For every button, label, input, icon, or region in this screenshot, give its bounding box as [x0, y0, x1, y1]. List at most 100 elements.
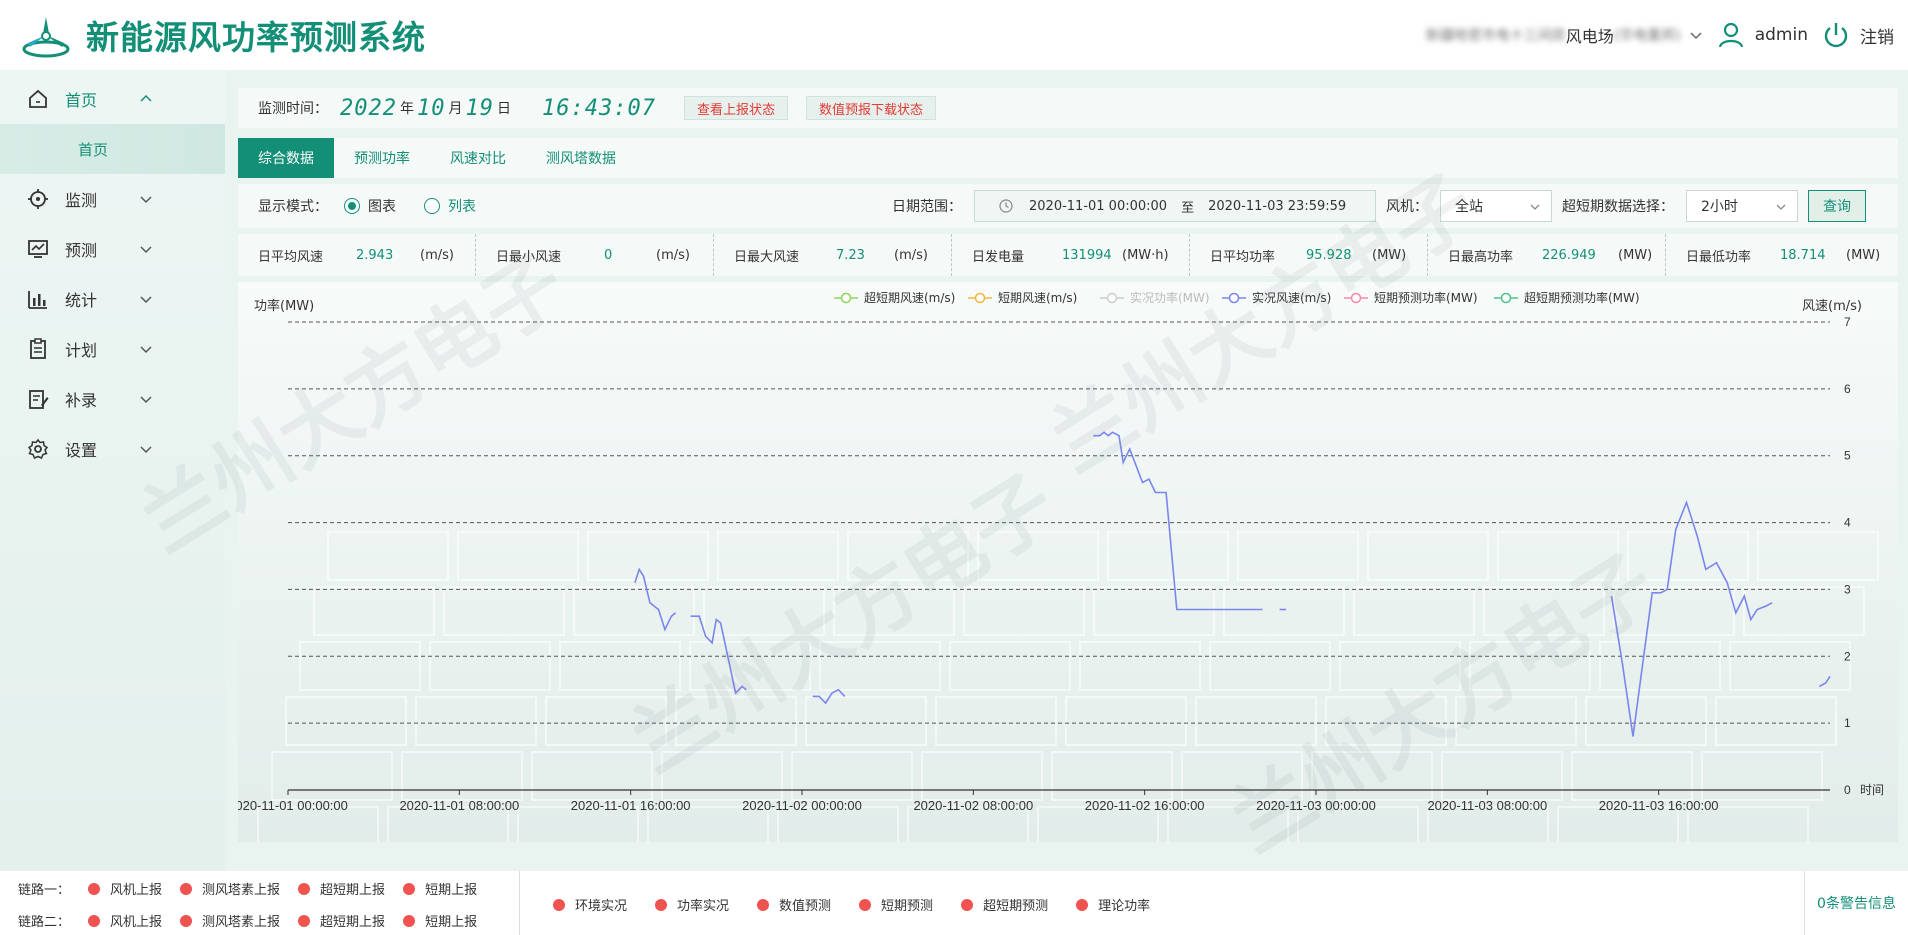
background-panel	[1353, 586, 1475, 636]
stat-value: 226.949	[1542, 247, 1596, 263]
background-panel	[531, 751, 653, 801]
day-unit: 日	[496, 101, 511, 117]
date-start: 2020-11-01 00:00:00	[1029, 198, 1168, 214]
mode-list-label: 列表	[448, 199, 476, 215]
chevron-down-icon	[140, 396, 152, 404]
chevron-down-icon	[140, 296, 152, 304]
background-panel	[675, 696, 797, 746]
date-range-picker[interactable]: 2020-11-01 00:00:00 至 2020-11-03 23:59:5…	[974, 190, 1376, 222]
background-panel	[401, 751, 523, 801]
status-label: 短期上报	[425, 915, 478, 930]
mode-list-radio[interactable]: 列表	[424, 196, 476, 216]
status-label: 风机上报	[110, 915, 163, 930]
x-tick-label: 2020-11-02 00:00:00	[742, 798, 862, 813]
gridlines	[288, 321, 1830, 724]
background-panel	[1367, 531, 1489, 581]
y-tick-label: 4	[1844, 516, 1851, 530]
status-item: 理论功率	[1076, 895, 1150, 914]
background-panel	[1715, 696, 1837, 746]
status-item: 超短期预测	[961, 895, 1048, 914]
sidebar-item-plan[interactable]: 计划	[0, 324, 225, 374]
background-panel	[285, 696, 407, 746]
status-label: 测风塔素上报	[202, 883, 281, 898]
status-dot	[403, 882, 416, 895]
download-status-button[interactable]: 数值预报下载状态	[805, 96, 936, 120]
status-label: 超短期上报	[320, 915, 386, 930]
background-panel	[1627, 531, 1749, 581]
legend-label: 超短期风速(m/s)	[864, 290, 955, 305]
main-content: 监测时间： 2022 年 10 月 19 日 16:43:07 查看上报状态 数…	[238, 88, 1898, 842]
monitor-bar: 监测时间： 2022 年 10 月 19 日 16:43:07 查看上报状态 数…	[238, 88, 1898, 128]
status-label: 测风塔素上报	[202, 915, 281, 930]
sidebar-item-forecast[interactable]: 预测	[0, 224, 225, 274]
sidebar-item-settings[interactable]: 设置	[0, 424, 225, 474]
chevron-down-icon	[140, 346, 152, 354]
user-icon	[1718, 22, 1743, 48]
tab-comprehensive[interactable]: 综合数据	[238, 138, 334, 178]
background-panel	[1093, 586, 1215, 636]
farm-selector[interactable]: 新疆哈密市电十三间房 风电场 (华电重邦)	[1426, 23, 1717, 47]
sidebar-item-home[interactable]: 首页	[0, 74, 225, 124]
status-dot	[859, 898, 872, 911]
fan-select[interactable]: 全站	[1440, 190, 1552, 222]
series-line-segment	[1818, 675, 1831, 688]
tab-tower-data[interactable]: 测风塔数据	[526, 138, 636, 178]
background-panel	[1483, 586, 1605, 636]
chevron-down-icon	[1776, 204, 1786, 210]
status-dot	[757, 898, 770, 911]
mode-chart-radio[interactable]: 图表	[344, 196, 396, 216]
tab-wind-compare[interactable]: 风速对比	[430, 138, 526, 178]
sidebar-item-supplement[interactable]: 补录	[0, 374, 225, 424]
app-title: 新能源风功率预测系统	[86, 18, 426, 57]
sidebar-subitem-home[interactable]: 首页	[0, 124, 225, 174]
background-panel	[1209, 641, 1331, 691]
background-panel	[271, 751, 393, 801]
status-dot	[553, 898, 565, 911]
date-range-label: 日期范围：	[892, 199, 962, 215]
x-tick-label: 2020-11-01 16:00:00	[571, 798, 691, 813]
stat-daily-energy: 日发电量 131994 (MW·h)	[952, 234, 1190, 276]
user-name[interactable]: admin	[1755, 25, 1808, 45]
logout-button[interactable]: 注销	[1860, 23, 1894, 48]
filter-bar: 显示模式： 图表 列表 日期范围： 2020-11-01 00:00:00 至 …	[238, 184, 1898, 228]
background-panel	[1497, 531, 1619, 581]
status-dot	[655, 898, 668, 911]
status-item: 测风塔素上报	[180, 911, 280, 930]
x-tick-label: 2020-11-01 08:00:00	[399, 798, 519, 813]
status-item: 短期预测	[859, 895, 933, 914]
y-tick-label: 7	[1844, 315, 1851, 329]
background-panel	[1181, 751, 1303, 801]
target-icon	[28, 189, 48, 209]
status-dot	[88, 914, 101, 927]
sidebar-item-monitor[interactable]: 监测	[0, 174, 225, 224]
background-panel	[1441, 751, 1563, 801]
query-button[interactable]: 查询	[1808, 190, 1866, 222]
sidebar-item-statistics[interactable]: 统计	[0, 274, 225, 324]
sidebar-item-label: 监测	[65, 191, 98, 210]
monitor-day: 19	[465, 95, 494, 121]
stat-min-power: 日最低功率 18.714 (MW)	[1666, 234, 1898, 276]
status-dot	[180, 882, 193, 895]
stats-bar: 日平均风速 2.943 (m/s) 日最小风速 0 (m/s) 日最大风速 7.…	[238, 234, 1898, 276]
farm-name: 风电场	[1565, 27, 1614, 46]
chevron-down-icon	[1690, 32, 1702, 40]
background-panel	[559, 641, 681, 691]
legend-label: 短期预测功率(MW)	[1374, 290, 1478, 305]
date-end: 2020-11-03 23:59:59	[1208, 198, 1347, 214]
tab-forecast-power[interactable]: 预测功率	[334, 138, 430, 178]
series-line-segment	[1093, 431, 1263, 611]
y-tick-label: 2	[1844, 649, 1851, 663]
report-status-button[interactable]: 查看上报状态	[683, 96, 788, 120]
stat-unit: (MW)	[1372, 247, 1407, 263]
background-panel	[1469, 641, 1591, 691]
sidebar: 首页 首页 监测 预测 统计 计划 补录 设置	[0, 70, 225, 870]
chevron-down-icon	[1530, 204, 1540, 210]
sidebar-item-label: 计划	[65, 341, 98, 360]
warning-count[interactable]: 0条警告信息	[1804, 871, 1908, 935]
chart-axes: 0 1 2 3 4 5 6 7 时间 2020-11-01 00:00:00 2020-11-01 …	[238, 298, 1884, 813]
ultra-short-select[interactable]: 2小时	[1686, 190, 1798, 222]
tab-bar: 综合数据 预测功率 风速对比 测风塔数据	[238, 138, 1898, 178]
background-panel	[805, 696, 927, 746]
background-panel	[443, 586, 565, 636]
power-icon[interactable]	[1822, 21, 1850, 49]
